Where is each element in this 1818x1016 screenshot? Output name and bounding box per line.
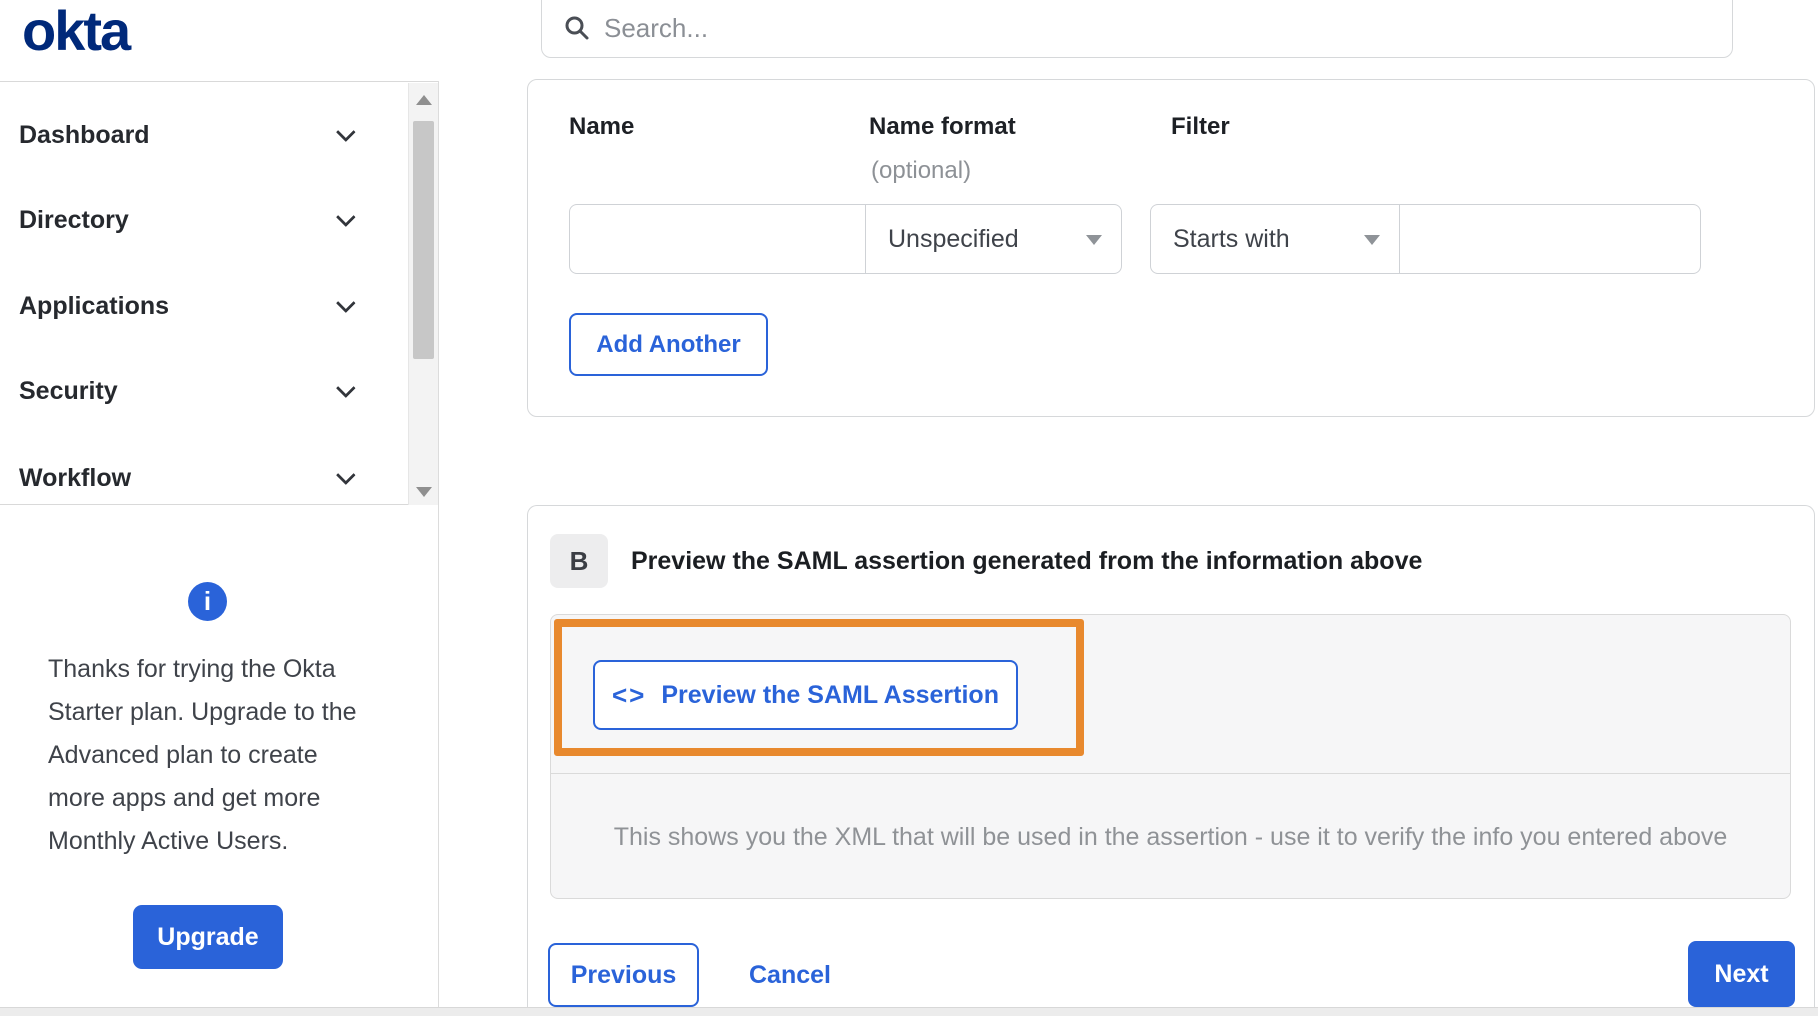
previous-button[interactable]: Previous (548, 943, 699, 1007)
sidebar-scrollbar[interactable] (408, 83, 438, 505)
name-format-select[interactable]: Unspecified (865, 204, 1122, 274)
cancel-button[interactable]: Cancel (749, 943, 831, 1007)
section-b-title: Preview the SAML assertion generated fro… (631, 547, 1423, 575)
sidebar-right-divider (438, 81, 439, 1007)
attribute-statements-card: Name Name format (optional) Filter Unspe… (527, 79, 1815, 417)
filter-value-input[interactable] (1422, 224, 1673, 254)
chevron-down-icon (335, 465, 356, 486)
name-format-value: Unspecified (888, 224, 1019, 253)
name-input[interactable] (592, 224, 838, 254)
sidebar-item-label: Security (19, 376, 118, 405)
add-another-button[interactable]: Add Another (569, 313, 768, 376)
next-button[interactable]: Next (1688, 941, 1795, 1007)
dropdown-caret-icon (1364, 235, 1380, 245)
filter-operator-select[interactable]: Starts with (1150, 204, 1400, 274)
sidebar-item-workflow[interactable]: Workflow (0, 447, 408, 509)
preview-assertion-card: B Preview the SAML assertion generated f… (527, 505, 1815, 1016)
name-format-column-label: Name format (869, 113, 1016, 140)
scroll-down-icon[interactable] (416, 487, 432, 497)
okta-admin-app: okta Dashboard Directory Applications Se… (0, 0, 1818, 1016)
okta-logo[interactable]: okta (22, 0, 131, 63)
global-search[interactable] (541, 0, 1733, 58)
scroll-up-icon[interactable] (416, 95, 432, 105)
preview-saml-button-label: Preview the SAML Assertion (661, 680, 999, 709)
scrollbar-thumb[interactable] (413, 121, 434, 359)
chevron-down-icon (335, 293, 356, 314)
preview-description: This shows you the XML that will be used… (613, 822, 1728, 851)
filter-column-label: Filter (1171, 113, 1230, 140)
sidebar-item-security[interactable]: Security (0, 360, 408, 422)
chevron-down-icon (335, 207, 356, 228)
sidebar-nav: Dashboard Directory Applications Securit… (0, 81, 438, 505)
search-icon (565, 16, 589, 40)
filter-value-wrapper (1399, 204, 1701, 274)
name-input-wrapper (569, 204, 866, 274)
dropdown-caret-icon (1086, 235, 1102, 245)
sidebar-item-label: Directory (19, 205, 129, 234)
sidebar-item-directory[interactable]: Directory (0, 189, 408, 251)
sidebar-item-dashboard[interactable]: Dashboard (0, 104, 408, 166)
info-icon: i (188, 582, 227, 621)
sidebar-item-label: Dashboard (19, 120, 150, 149)
section-b-badge: B (550, 534, 608, 588)
chevron-down-icon (335, 122, 356, 143)
name-format-hint: (optional) (871, 157, 972, 184)
upgrade-button[interactable]: Upgrade (133, 905, 283, 969)
sidebar-item-applications[interactable]: Applications (0, 275, 408, 337)
preview-panel: <> Preview the SAML Assertion This shows… (550, 614, 1791, 899)
search-input[interactable] (604, 12, 1654, 44)
preview-saml-button[interactable]: <> Preview the SAML Assertion (593, 660, 1018, 730)
code-icon: <> (612, 679, 647, 710)
filter-operator-value: Starts with (1173, 224, 1290, 253)
chevron-down-icon (335, 378, 356, 399)
sidebar-item-label: Workflow (19, 463, 132, 492)
bottom-scrollbar-track (0, 1007, 1818, 1016)
name-column-label: Name (569, 113, 635, 140)
trial-message: Thanks for trying the Okta Starter plan.… (48, 655, 357, 855)
sidebar-item-label: Applications (19, 291, 170, 320)
